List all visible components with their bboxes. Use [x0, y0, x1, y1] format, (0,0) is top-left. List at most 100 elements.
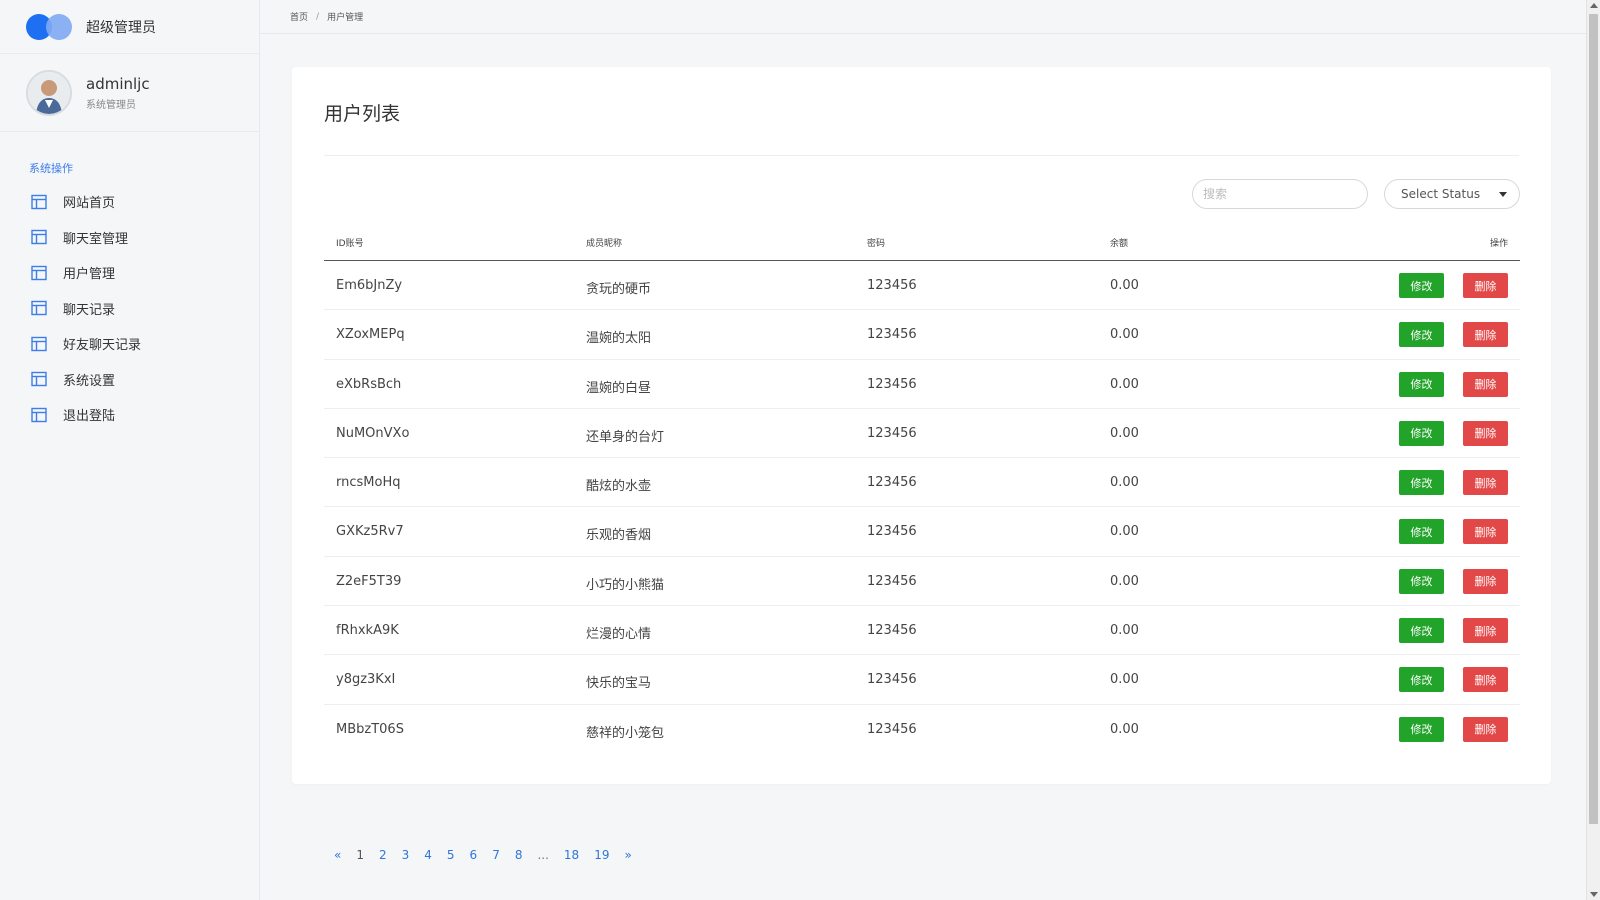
page-next[interactable]: » — [624, 848, 631, 862]
page-scrollbar[interactable] — [1586, 0, 1600, 900]
delete-button[interactable]: 删除 — [1463, 667, 1508, 693]
page-link[interactable]: 5 — [447, 848, 455, 862]
row-actions: 修改 删除 — [1399, 519, 1508, 545]
page-link[interactable]: 18 — [564, 848, 579, 862]
breadcrumb-current: 用户管理 — [327, 13, 364, 23]
cell-balance: 0.00 — [1110, 475, 1139, 491]
sidebar-item-label: 系统设置 — [63, 373, 116, 389]
layout-icon — [31, 300, 47, 316]
edit-button[interactable]: 修改 — [1399, 716, 1444, 742]
row-actions: 修改 删除 — [1399, 470, 1508, 496]
sidebar-item-home[interactable]: 网站首页 — [0, 184, 259, 220]
sidebar-item-label: 聊天记录 — [63, 302, 116, 318]
sidebar-item-settings[interactable]: 系统设置 — [0, 362, 259, 398]
page-link[interactable]: 7 — [492, 848, 500, 862]
delete-button[interactable]: 删除 — [1463, 322, 1508, 348]
cell-balance: 0.00 — [1110, 376, 1139, 392]
delete-button[interactable]: 删除 — [1463, 470, 1508, 496]
cell-password: 123456 — [867, 475, 917, 491]
sidebar-item-label: 用户管理 — [63, 267, 116, 283]
cell-balance: 0.00 — [1110, 672, 1139, 688]
scroll-down-icon[interactable] — [1590, 892, 1598, 897]
delete-button[interactable]: 删除 — [1463, 420, 1508, 446]
edit-button[interactable]: 修改 — [1399, 470, 1444, 496]
table-row: y8gz3KxI 快乐的宝马 123456 0.00 修改 删除 — [324, 655, 1520, 705]
sidebar-item-logout[interactable]: 退出登陆 — [0, 397, 259, 433]
table-row: rncsMoHq 酷炫的水壶 123456 0.00 修改 删除 — [324, 458, 1520, 508]
page-link[interactable]: 19 — [594, 848, 609, 862]
cell-balance: 0.00 — [1110, 524, 1139, 540]
sidebar-item-users[interactable]: 用户管理 — [0, 255, 259, 291]
user-profile: adminljc 系统管理员 — [0, 54, 259, 132]
cell-id: XZoxMEPq — [336, 327, 405, 343]
brand-title: 超级管理员 — [86, 19, 156, 36]
table-row: MBbzT06S 慈祥的小笼包 123456 0.00 修改 删除 — [324, 705, 1520, 754]
user-table: ID账号 成员昵称 密码 余额 操作 Em6bJnZy 贪玩的硬币 123456… — [324, 227, 1520, 754]
edit-button[interactable]: 修改 — [1399, 322, 1444, 348]
page-link[interactable]: 1 — [356, 848, 364, 862]
sidebar-item-chat-logs[interactable]: 聊天记录 — [0, 291, 259, 327]
page-link[interactable]: 8 — [515, 848, 523, 862]
row-actions: 修改 删除 — [1399, 716, 1508, 742]
cell-nickname: 慈祥的小笼包 — [586, 725, 665, 741]
cell-nickname: 温婉的白昼 — [586, 380, 652, 396]
page-link[interactable]: 3 — [402, 848, 410, 862]
profile-role: 系统管理员 — [86, 99, 136, 111]
page-link[interactable]: 4 — [424, 848, 432, 862]
breadcrumb-separator: / — [316, 11, 320, 22]
row-actions: 修改 删除 — [1399, 667, 1508, 693]
cell-password: 123456 — [867, 573, 917, 589]
edit-button[interactable]: 修改 — [1399, 667, 1444, 693]
table-row: XZoxMEPq 温婉的太阳 123456 0.00 修改 删除 — [324, 310, 1520, 360]
avatar[interactable] — [26, 69, 72, 116]
table-row: NuMOnVXo 还单身的台灯 123456 0.00 修改 删除 — [324, 409, 1520, 459]
edit-button[interactable]: 修改 — [1399, 519, 1444, 545]
page-title: 用户列表 — [324, 103, 401, 125]
edit-button[interactable]: 修改 — [1399, 371, 1444, 397]
page-link[interactable]: 6 — [470, 848, 478, 862]
user-list-card: 用户列表 Select Status ID账号 成员昵称 密码 余额 操作 Em… — [292, 67, 1551, 784]
delete-button[interactable]: 删除 — [1463, 716, 1508, 742]
delete-button[interactable]: 删除 — [1463, 618, 1508, 644]
cell-id: MBbzT06S — [336, 721, 404, 737]
status-select[interactable]: Select Status — [1384, 179, 1520, 209]
delete-button[interactable]: 删除 — [1463, 568, 1508, 594]
scroll-thumb[interactable] — [1589, 14, 1598, 824]
cell-id: fRhxkA9K — [336, 623, 399, 639]
header-id: ID账号 — [336, 239, 364, 249]
breadcrumb-home[interactable]: 首页 — [290, 10, 308, 23]
edit-button[interactable]: 修改 — [1399, 568, 1444, 594]
delete-button[interactable]: 删除 — [1463, 519, 1508, 545]
sidebar-item-chatroom[interactable]: 聊天室管理 — [0, 220, 259, 256]
cell-balance: 0.00 — [1110, 278, 1139, 293]
cell-nickname: 温婉的太阳 — [586, 331, 652, 347]
delete-button[interactable]: 删除 — [1463, 371, 1508, 397]
scroll-up-icon[interactable] — [1590, 3, 1598, 8]
page-link[interactable]: 2 — [379, 848, 387, 862]
sidebar: 超级管理员 adminljc 系统管理员 系统操作 网站首页 聊天室管理 用户管… — [0, 0, 260, 900]
cell-id: GXKz5Rv7 — [336, 524, 404, 540]
layout-icon — [31, 265, 47, 281]
table-header: ID账号 成员昵称 密码 余额 操作 — [324, 227, 1520, 261]
status-select-value: Select Status — [1401, 187, 1481, 201]
edit-button[interactable]: 修改 — [1399, 420, 1444, 446]
sidebar-item-label: 聊天室管理 — [63, 231, 129, 247]
sidebar-item-label: 网站首页 — [63, 196, 116, 212]
edit-button[interactable]: 修改 — [1399, 273, 1444, 298]
profile-name: adminljc — [86, 74, 150, 93]
edit-button[interactable]: 修改 — [1399, 618, 1444, 644]
search-input[interactable] — [1192, 179, 1368, 209]
table-row: eXbRsBch 温婉的白昼 123456 0.00 修改 删除 — [324, 360, 1520, 409]
cell-nickname: 烂漫的心情 — [586, 627, 652, 643]
nav-section-title: 系统操作 — [29, 162, 73, 175]
cell-password: 123456 — [867, 721, 917, 737]
sidebar-item-friend-chat-logs[interactable]: 好友聊天记录 — [0, 326, 259, 362]
sidebar-nav: 网站首页 聊天室管理 用户管理 聊天记录 好友聊天记录 系统设置 退出登陆 — [0, 184, 259, 433]
row-actions: 修改 删除 — [1399, 618, 1508, 644]
row-actions: 修改 删除 — [1399, 420, 1508, 446]
cell-password: 123456 — [867, 524, 917, 540]
delete-button[interactable]: 删除 — [1463, 273, 1508, 298]
page-prev[interactable]: « — [334, 848, 341, 862]
cell-nickname: 乐观的香烟 — [586, 528, 652, 544]
row-actions: 修改 删除 — [1399, 273, 1508, 298]
